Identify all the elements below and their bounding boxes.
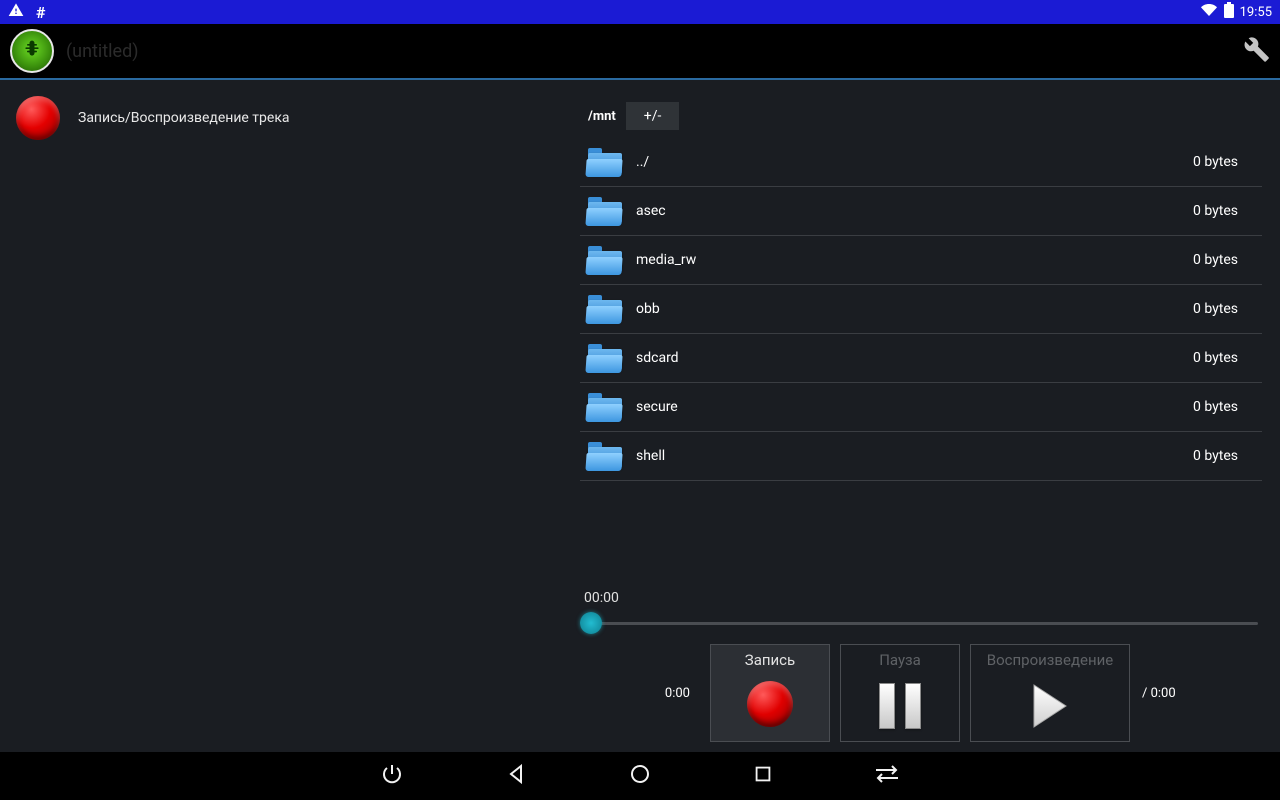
pause-button-label: Пауза [879,651,921,669]
folder-row[interactable]: ../ 0 bytes [580,138,1262,187]
folder-size: 0 bytes [1193,350,1258,366]
back-icon[interactable] [504,762,528,790]
record-indicator-row[interactable]: Запись/Воспроизведение трека [16,90,564,140]
total-time: / 0:00 [1130,686,1176,701]
seek-bar[interactable]: 00:00 [580,590,1262,640]
folder-name: sdcard [636,350,679,366]
folder-icon [586,147,624,177]
folder-icon [586,245,624,275]
play-button-label: Воспроизведение [987,651,1113,669]
battery-icon [1224,2,1234,22]
record-playback-label: Запись/Воспроизведение трека [78,110,290,126]
path-toggle-button[interactable]: +/- [626,102,680,130]
pause-button[interactable]: Пауза [840,644,960,742]
folder-icon [586,294,624,324]
current-path: /mnt [588,109,616,124]
recent-apps-icon[interactable] [752,763,774,789]
record-button[interactable]: Запись [710,644,830,742]
folder-row[interactable]: obb 0 bytes [580,285,1262,334]
android-nav-bar [0,752,1280,800]
seek-track[interactable] [584,622,1258,625]
hash-icon: # [36,3,45,22]
home-icon[interactable] [628,762,652,790]
play-button[interactable]: Воспроизведение [970,644,1130,742]
folder-icon [586,343,624,373]
folder-row[interactable]: secure 0 bytes [580,383,1262,432]
folder-icon [586,392,624,422]
folder-row[interactable]: media_rw 0 bytes [580,236,1262,285]
clock-text: 19:55 [1240,5,1272,20]
bug-icon [22,39,42,64]
folder-size: 0 bytes [1193,154,1258,170]
folder-name: ../ [636,154,649,170]
folder-name: shell [636,448,665,464]
seek-time-label: 00:00 [584,590,619,606]
play-icon [1028,683,1072,733]
app-icon[interactable] [10,29,54,73]
left-panel: Запись/Воспроизведение трека [0,80,580,752]
record-orb-icon [16,96,60,140]
record-button-label: Запись [745,651,795,669]
folder-name: obb [636,301,660,317]
folder-list: ../ 0 bytes asec 0 bytes media_rw 0 bytes obb 0… [580,138,1262,481]
swap-icon[interactable] [874,764,900,788]
player-panel: 00:00 0:00 Запись Пауза Воспроизведение [580,590,1262,742]
app-title: (untitled) [66,41,139,62]
android-status-bar: # 19:55 [0,0,1280,24]
path-bar: /mnt +/- [580,90,1262,138]
elapsed-time: 0:00 [580,686,710,701]
folder-name: media_rw [636,252,696,268]
folder-icon [586,196,624,226]
folder-row[interactable]: asec 0 bytes [580,187,1262,236]
settings-wrench-icon[interactable] [1242,35,1270,67]
folder-size: 0 bytes [1193,301,1258,317]
seek-thumb[interactable] [580,612,602,634]
folder-name: secure [636,399,678,415]
folder-size: 0 bytes [1193,448,1258,464]
warning-icon [8,2,24,22]
pause-icon [879,683,921,729]
folder-size: 0 bytes [1193,203,1258,219]
folder-name: asec [636,203,666,219]
record-orb-icon [747,681,793,727]
folder-size: 0 bytes [1193,252,1258,268]
wifi-icon [1200,2,1218,22]
folder-row[interactable]: sdcard 0 bytes [580,334,1262,383]
power-icon[interactable] [380,762,404,790]
app-bar: (untitled) [0,24,1280,80]
folder-icon [586,441,624,471]
folder-size: 0 bytes [1193,399,1258,415]
folder-row[interactable]: shell 0 bytes [580,432,1262,481]
